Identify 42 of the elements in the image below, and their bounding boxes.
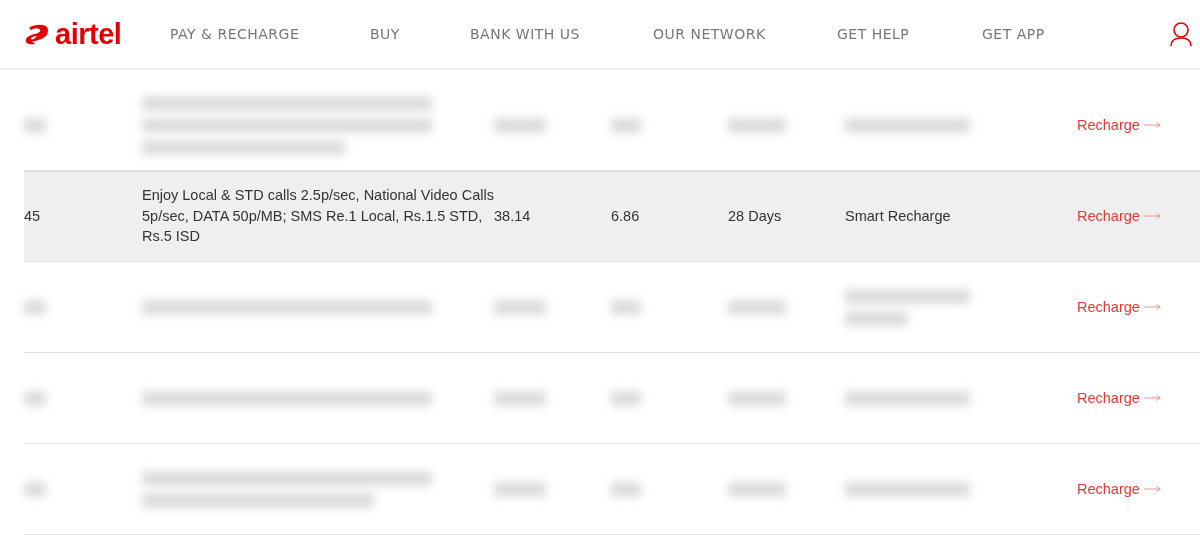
arrow-icon[interactable]	[1143, 394, 1162, 402]
nav-link[interactable]: OUR NETWORK	[653, 26, 837, 42]
user-icon[interactable]	[1169, 21, 1193, 47]
nav-link[interactable]: BANK WITH US	[470, 26, 653, 42]
nav-link[interactable]: BUY	[370, 26, 470, 42]
plan-price: 45	[24, 208, 42, 224]
blurred-text	[728, 481, 786, 497]
validity-value: 28 Days	[728, 208, 783, 224]
processing-fee: 6.86	[611, 208, 641, 224]
plan-type: Smart Recharge	[845, 208, 952, 224]
blurred-text	[728, 117, 786, 133]
blurred-text	[611, 481, 641, 497]
blurred-text	[728, 390, 786, 406]
blurred-text	[611, 390, 641, 406]
recharge-link[interactable]: Recharge	[1077, 390, 1162, 406]
arrow-icon[interactable]	[1143, 212, 1162, 220]
recharge-link[interactable]: Recharge	[1077, 299, 1162, 315]
recharge-link[interactable]: Recharge	[1077, 208, 1162, 224]
blurred-text	[494, 299, 546, 315]
arrow-icon[interactable]	[1143, 485, 1162, 493]
talktime-value: 38.14	[494, 208, 532, 224]
blurred-text	[24, 481, 46, 497]
blurred-text	[494, 390, 546, 406]
blurred-text	[845, 310, 908, 326]
blurred-text	[611, 299, 641, 315]
logo-swirl-icon[interactable]	[24, 22, 50, 46]
blurred-text	[611, 117, 641, 133]
blurred-text	[24, 117, 46, 133]
blurred-text	[728, 299, 786, 315]
logo-text[interactable]: airtel	[55, 17, 122, 51]
recharge-link[interactable]: Recharge	[1077, 481, 1162, 497]
recharge-link[interactable]: Recharge	[1077, 117, 1162, 133]
nav-link[interactable]: PAY & RECHARGE	[170, 26, 370, 42]
arrow-icon[interactable]	[1143, 121, 1162, 129]
blurred-text	[24, 390, 46, 406]
blurred-text	[24, 299, 46, 315]
blurred-text	[494, 481, 546, 497]
blurred-text	[494, 117, 546, 133]
arrow-icon[interactable]	[1143, 303, 1162, 311]
plan-description: Enjoy Local & STD calls 2.5p/sec, National Video Calls 5p/sec, DATA 50p/MB; SMS Re.1 Local, Rs.1.5 STD, Rs.5 ISD	[142, 186, 494, 247]
nav-link[interactable]: GET HELP	[837, 26, 982, 42]
nav-link[interactable]: GET APP	[982, 26, 1102, 42]
